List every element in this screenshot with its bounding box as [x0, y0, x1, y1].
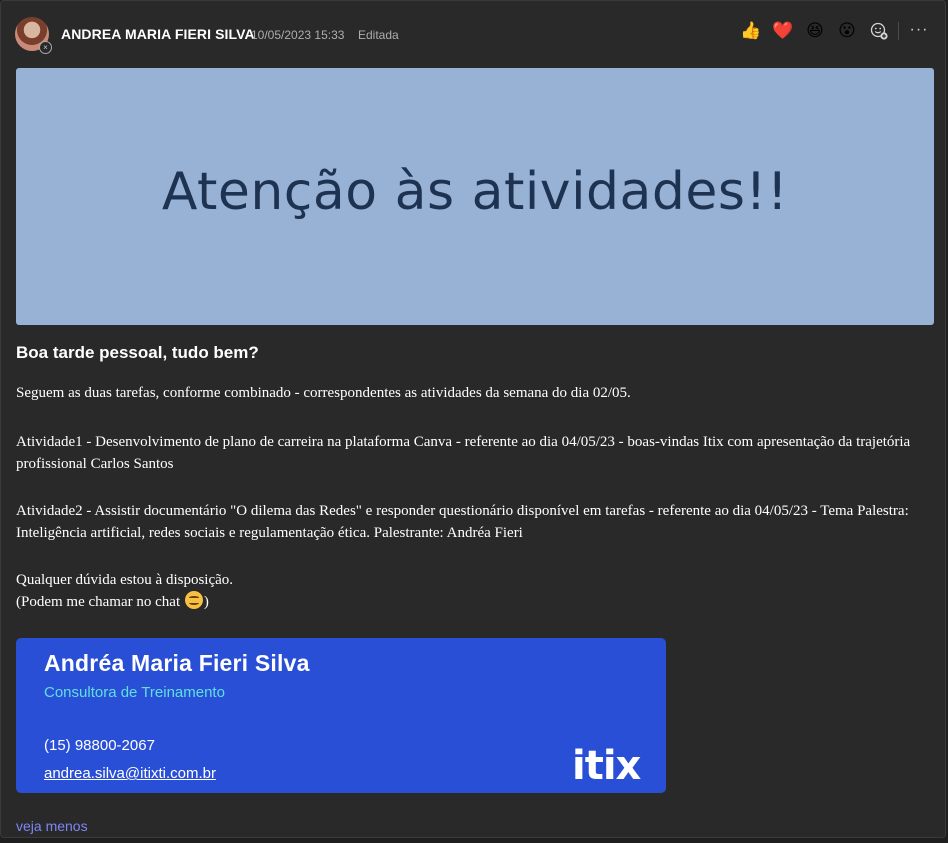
author-name[interactable]: ANDREA MARIA FIERI SILVA	[61, 26, 255, 42]
add-reaction-icon[interactable]	[868, 20, 890, 42]
bottom-strip	[0, 838, 948, 843]
message-paragraph: (Podem me chamar no chat )	[16, 591, 941, 613]
message-paragraph: Atividade1 - Desenvolvimento de plano de…	[16, 434, 911, 472]
message-paragraph: Qualquer dúvida estou à disposição.	[16, 572, 234, 588]
message-subject: Boa tarde pessoal, tudo bem?	[16, 343, 259, 362]
reaction-bar: 👍 ❤️ 😆 😮	[740, 19, 900, 43]
message-timestamp: 10/05/2023 15:33	[251, 28, 345, 42]
itix-logo: itix	[572, 743, 641, 789]
message-card: × ANDREA MARIA FIERI SILVA 10/05/2023 15…	[0, 0, 946, 838]
status-offline-icon: ×	[39, 41, 52, 54]
paragraph-text: )	[203, 594, 209, 610]
surprised-reaction-icon[interactable]: 😮	[836, 20, 858, 42]
signature-phone: (15) 98800-2067	[44, 737, 155, 754]
message-paragraph: Atividade2 - Assistir documentário "O di…	[16, 503, 909, 541]
announcement-banner: Atenção às atividades!!	[16, 68, 934, 325]
message-header: × ANDREA MARIA FIERI SILVA 10/05/2023 15…	[1, 1, 947, 67]
signature-email: andrea.silva@itixti.com.br	[44, 765, 216, 782]
message-paragraph: Seguem as duas tarefas, conforme combina…	[16, 385, 631, 401]
smiling-emoji-icon	[184, 591, 203, 609]
heart-reaction-icon[interactable]: ❤️	[772, 20, 794, 42]
banner-title: Atenção às atividades!!	[161, 161, 789, 222]
email-signature-image[interactable]: Andréa Maria Fieri Silva Consultora de T…	[16, 638, 666, 793]
laugh-reaction-icon[interactable]: 😆	[804, 20, 826, 42]
edited-label: Editada	[358, 28, 399, 42]
signature-name: Andréa Maria Fieri Silva	[44, 650, 310, 676]
more-options-icon[interactable]: ···	[909, 21, 929, 41]
header-divider	[898, 22, 899, 40]
see-less-link[interactable]: veja menos	[16, 818, 88, 834]
like-reaction-icon[interactable]: 👍	[740, 20, 762, 42]
paragraph-text: (Podem me chamar no chat	[16, 594, 184, 610]
signature-role: Consultora de Treinamento	[44, 684, 225, 701]
